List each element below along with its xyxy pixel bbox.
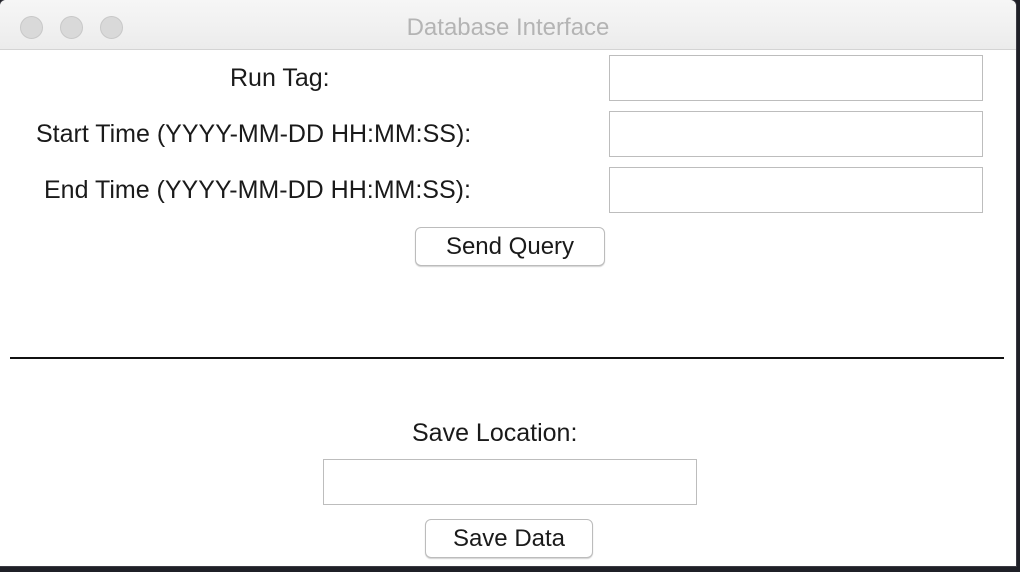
save-location-input[interactable] — [323, 459, 697, 505]
start-time-label: Start Time (YYYY-MM-DD HH:MM:SS): — [36, 120, 472, 148]
send-query-button[interactable]: Send Query — [415, 227, 605, 266]
window-title: Database Interface — [406, 14, 610, 41]
title-bar[interactable]: Database Interface — [0, 0, 1016, 50]
end-time-input[interactable] — [609, 167, 983, 213]
save-data-button[interactable]: Save Data — [425, 519, 593, 558]
start-time-input[interactable] — [609, 111, 983, 157]
run-tag-input[interactable] — [609, 55, 983, 101]
run-tag-label: Run Tag: — [230, 64, 330, 92]
app-window: Database Interface Run Tag: Start Time (… — [0, 0, 1016, 566]
end-time-label: End Time (YYYY-MM-DD HH:MM:SS): — [44, 176, 471, 204]
save-location-label: Save Location: — [412, 419, 578, 447]
section-divider — [10, 357, 1004, 359]
